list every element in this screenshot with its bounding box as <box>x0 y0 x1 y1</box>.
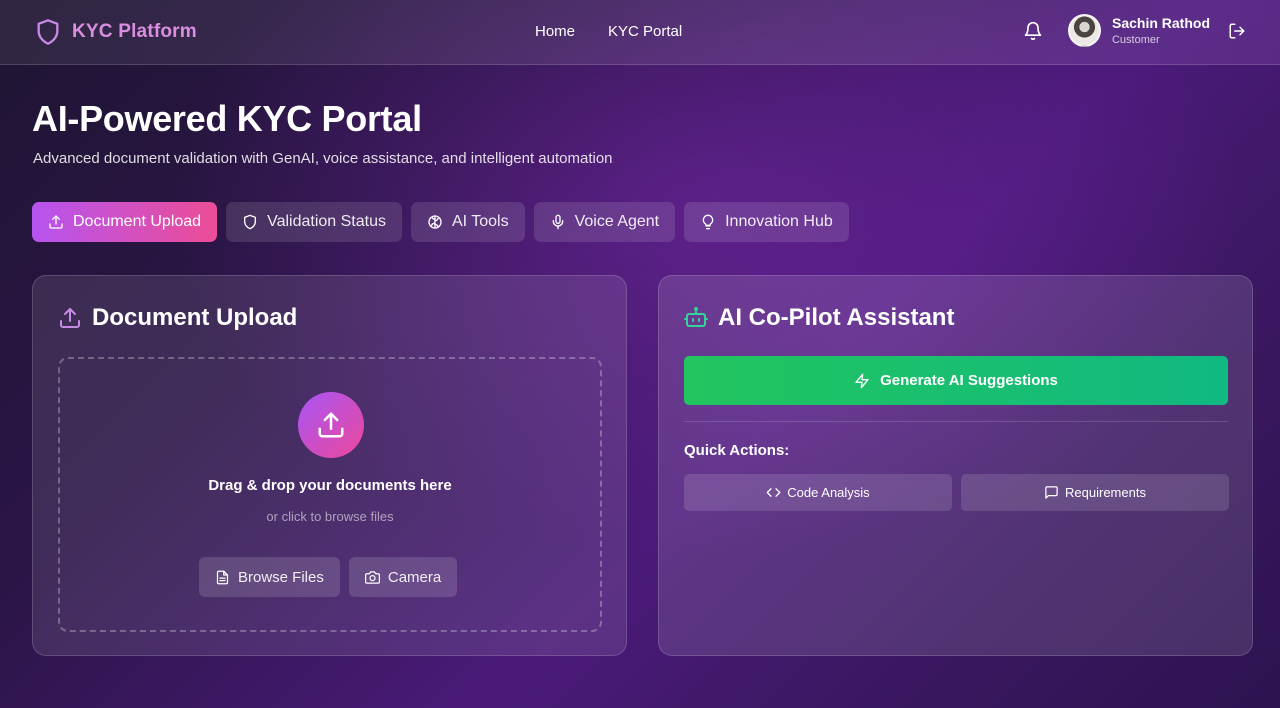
dropzone-title: Drag & drop your documents here <box>208 477 452 494</box>
ai-copilot-card: AI Co-Pilot Assistant Generate AI Sugges… <box>658 275 1253 656</box>
code-icon <box>766 485 781 500</box>
bell-icon[interactable] <box>1023 21 1043 41</box>
tab-voice-agent[interactable]: Voice Agent <box>533 202 676 242</box>
brand[interactable]: KYC Platform <box>34 16 197 48</box>
bot-icon <box>684 306 708 330</box>
quick-actions: Code Analysis Requirements <box>684 474 1229 511</box>
divider <box>684 421 1228 422</box>
brand-name: KYC Platform <box>72 21 197 42</box>
generate-ai-suggestions-button[interactable]: Generate AI Suggestions <box>684 356 1228 405</box>
zap-icon <box>854 373 870 389</box>
browse-files-label: Browse Files <box>238 568 324 586</box>
camera-label: Camera <box>387 568 442 586</box>
dropzone[interactable]: Drag & drop your documents here or click… <box>58 357 602 632</box>
tab-label: Voice Agent <box>574 213 660 230</box>
page-title: AI-Powered KYC Portal <box>32 98 422 139</box>
mic-icon <box>550 214 566 230</box>
card-title: AI Co-Pilot Assistant <box>684 304 954 332</box>
tab-label: Validation Status <box>267 213 386 230</box>
browse-files-button[interactable]: Browse Files <box>199 557 340 597</box>
tab-innovation-hub[interactable]: Innovation Hub <box>684 202 849 242</box>
upload-icon <box>48 214 64 230</box>
user-info: Sachin Rathod Customer <box>1112 15 1210 46</box>
card-title-text: AI Co-Pilot Assistant <box>718 304 955 331</box>
generate-label: Generate AI Suggestions <box>880 372 1058 389</box>
tab-document-upload[interactable]: Document Upload <box>32 202 218 242</box>
tab-ai-tools[interactable]: AI Tools <box>410 202 525 242</box>
card-title-text: Document Upload <box>92 304 298 331</box>
card-title: Document Upload <box>58 304 297 332</box>
header-actions: Sachin Rathod Customer <box>1023 14 1246 47</box>
tab-label: Document Upload <box>73 213 202 230</box>
shield-icon <box>242 214 258 230</box>
tab-validation-status[interactable]: Validation Status <box>226 202 402 242</box>
tab-label: Innovation Hub <box>725 213 833 230</box>
shield-icon <box>34 16 62 48</box>
camera-icon <box>364 570 380 585</box>
user-name: Sachin Rathod <box>1111 15 1210 31</box>
document-upload-card: Document Upload Drag & drop your documen… <box>32 275 627 656</box>
avatar[interactable] <box>1067 14 1101 47</box>
dropzone-actions: Browse Files Camera <box>199 557 458 597</box>
code-analysis-label: Code Analysis <box>787 485 870 500</box>
upload-circle <box>298 392 364 458</box>
nav-kyc-portal[interactable]: KYC Portal <box>608 23 682 40</box>
brain-icon <box>427 214 443 230</box>
lightbulb-icon <box>700 214 716 230</box>
quick-actions-label: Quick Actions: <box>684 442 790 459</box>
nav-home[interactable]: Home <box>535 23 575 40</box>
code-analysis-button[interactable]: Code Analysis <box>684 474 952 511</box>
page-subtitle: Advanced document validation with GenAI,… <box>33 150 613 167</box>
upload-icon <box>58 306 82 330</box>
user-role: Customer <box>1111 34 1160 46</box>
file-icon <box>215 570 230 585</box>
main-nav: Home KYC Portal <box>535 23 682 40</box>
message-icon <box>1044 485 1059 500</box>
requirements-label: Requirements <box>1065 485 1146 500</box>
logout-icon[interactable] <box>1228 22 1246 40</box>
tab-bar: Document Upload Validation Status AI Too… <box>32 202 849 242</box>
dropzone-subtitle: or click to browse files <box>266 509 394 524</box>
top-header: KYC Platform Home KYC Portal Sachin Rath… <box>0 0 1280 65</box>
tab-label: AI Tools <box>451 213 509 230</box>
upload-icon <box>316 410 346 440</box>
camera-button[interactable]: Camera <box>348 557 458 597</box>
requirements-button[interactable]: Requirements <box>961 474 1229 511</box>
